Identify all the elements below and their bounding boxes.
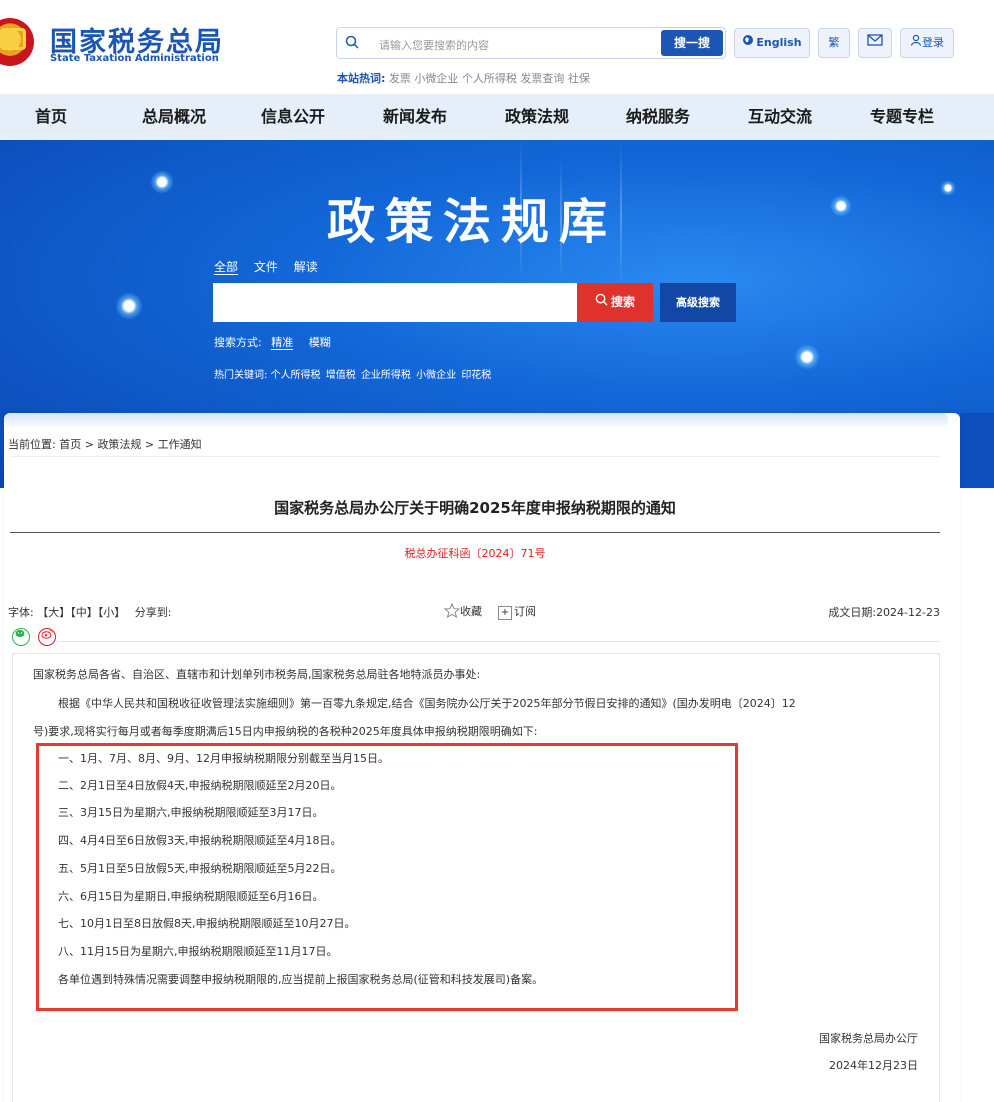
breadcrumb-work-notice[interactable]: 工作通知: [158, 438, 202, 451]
traditional-chinese-button[interactable]: 繁: [818, 28, 850, 58]
nav-item-home[interactable]: 首页: [35, 94, 67, 140]
subscribe-button[interactable]: + 订阅: [498, 603, 536, 620]
login-button[interactable]: 登录: [900, 28, 954, 58]
login-label: 登录: [922, 36, 944, 49]
font-small-button[interactable]: 【小】: [98, 606, 126, 619]
highlight-box: [36, 743, 738, 1011]
globe-icon: [742, 29, 754, 57]
hot-keyword[interactable]: 个人所得税: [271, 370, 321, 381]
hot-keyword[interactable]: 增值税: [326, 370, 356, 381]
hot-words-links[interactable]: 发票 小微企业 个人所得税 发票查询 社保: [389, 72, 590, 85]
nav-item-tax-service[interactable]: 纳税服务: [626, 94, 690, 140]
article-title: 国家税务总局办公厅关于明确2025年度申报纳税期限的通知: [274, 499, 676, 517]
font-size-tools: 字体: 【大】【中】【小】 分享到:: [8, 604, 171, 620]
mail-icon: [867, 29, 883, 57]
star-icon: [443, 602, 461, 621]
breadcrumb-home[interactable]: 首页: [59, 438, 81, 451]
subscribe-plus-icon: +: [498, 606, 512, 620]
favorite-label: 收藏: [460, 605, 482, 618]
policy-search-button[interactable]: 搜索: [577, 283, 653, 322]
document-date-label: 成文日期:: [828, 606, 877, 619]
breadcrumb-policy[interactable]: 政策法规: [97, 438, 141, 451]
nav-item-news[interactable]: 新闻发布: [383, 94, 447, 140]
tab-files[interactable]: 文件: [254, 260, 278, 274]
site-logo-subtitle: State Taxation Administration: [50, 53, 219, 64]
article-intro-line: 根据《中华人民共和国税收征收管理法实施细则》第一百零九条规定,结合《国务院办公厅…: [58, 697, 796, 710]
policy-search-label: 搜索: [610, 295, 635, 309]
tab-interpretation[interactable]: 解读: [294, 260, 318, 274]
user-icon: [910, 29, 922, 57]
search-mode-exact[interactable]: 精准: [271, 336, 294, 350]
banner-hot-keywords: 热门关键词: 个人所得税 增值税 企业所得税 小微企业 印花税: [214, 366, 493, 381]
document-date-value: 2024-12-23: [876, 606, 940, 619]
hot-keyword[interactable]: 企业所得税: [361, 370, 411, 381]
banner-edge: [960, 413, 994, 488]
nav-item-policy[interactable]: 政策法规: [505, 94, 569, 140]
hot-words-label: 本站热词:: [337, 72, 386, 85]
hot-keywords-label: 热门关键词:: [214, 370, 268, 381]
font-size-label: 字体:: [8, 606, 34, 619]
decor-glow: [115, 292, 143, 320]
search-mode-fuzzy[interactable]: 模糊: [309, 336, 331, 349]
wechat-share-icon[interactable]: [12, 628, 30, 646]
main-nav: 首页 总局概况 信息公开 新闻发布 政策法规 纳税服务 互动交流 专题专栏: [0, 94, 994, 140]
search-icon: [595, 283, 608, 322]
document-number: 税总办征科函〔2024〕71号: [404, 547, 546, 560]
document-date: 成文日期:2024-12-23: [828, 604, 940, 620]
breadcrumb-sep: >: [141, 438, 158, 451]
hot-keyword[interactable]: 印花税: [461, 370, 491, 381]
banner-title: 政策法规库: [326, 194, 617, 250]
national-emblem-icon: [0, 18, 34, 66]
font-medium-button[interactable]: 【中】: [70, 606, 98, 619]
english-label: English: [756, 36, 802, 49]
breadcrumb-sep: >: [81, 438, 98, 451]
english-button[interactable]: English: [734, 28, 810, 58]
title-divider: [10, 532, 940, 533]
hot-keyword[interactable]: 小微企业: [416, 370, 456, 381]
nav-item-overview[interactable]: 总局概况: [142, 94, 206, 140]
signature-org: 国家税务总局办公厅: [819, 1032, 918, 1045]
nav-item-public-info[interactable]: 信息公开: [261, 94, 325, 140]
nav-item-topics[interactable]: 专题专栏: [870, 94, 934, 140]
search-icon: [345, 35, 361, 51]
search-mode: 搜索方式: 精准 模糊: [214, 334, 331, 350]
top-search-box[interactable]: 请输入您要搜索的内容 搜一搜: [336, 27, 726, 59]
top-search-placeholder[interactable]: 请输入您要搜索的内容: [379, 37, 489, 53]
search-mode-label: 搜索方式:: [214, 336, 262, 349]
site-header: 国家税务总局 State Taxation Administration 请输入…: [0, 0, 994, 94]
article-salutation: 国家税务总局各省、自治区、直辖市和计划单列市税务局,国家税务总局驻各地特派员办事…: [33, 668, 481, 681]
signature-date: 2024年12月23日: [829, 1059, 918, 1072]
decor-glow: [794, 344, 820, 370]
tab-all[interactable]: 全部: [214, 260, 239, 275]
banner-search-tabs: 全部 文件 解读: [214, 258, 330, 275]
divider: [58, 641, 940, 642]
top-search-button[interactable]: 搜一搜: [661, 30, 723, 56]
nav-item-interaction[interactable]: 互动交流: [748, 94, 812, 140]
advanced-search-button[interactable]: 高级搜索: [660, 283, 736, 322]
breadcrumb: 当前位置: 首页 > 政策法规 > 工作通知: [8, 436, 202, 452]
subscribe-label: 订阅: [514, 605, 536, 618]
share-label: 分享到:: [134, 606, 172, 619]
divider: [10, 456, 940, 457]
font-large-button[interactable]: 【大】: [37, 606, 70, 619]
weibo-share-icon[interactable]: [38, 628, 56, 646]
favorite-button[interactable]: 收藏: [443, 602, 482, 621]
mail-button[interactable]: [858, 28, 892, 58]
article-intro-line: 号)要求,现将实行每月或者每季度期满后15日内申报纳税的各税种2025年度具体申…: [33, 725, 538, 738]
policy-search-input[interactable]: [213, 283, 577, 322]
panel-top-fade: [4, 413, 948, 429]
top-hot-words: 本站热词: 发票 小微企业 个人所得税 发票查询 社保: [337, 70, 590, 86]
breadcrumb-prefix: 当前位置:: [8, 438, 56, 451]
